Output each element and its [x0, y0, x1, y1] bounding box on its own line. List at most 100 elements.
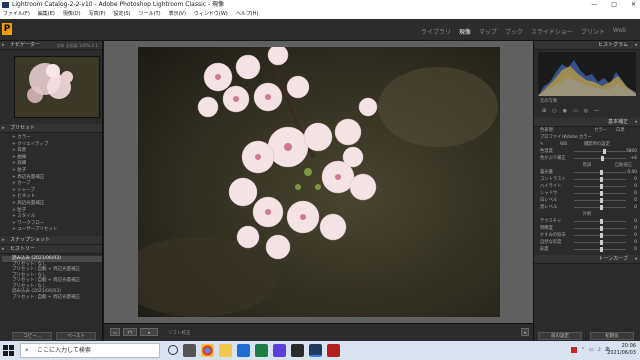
network-icon[interactable]: ▭ [589, 343, 594, 358]
toolbar-menu-icon[interactable]: ▾ [521, 328, 529, 336]
preset-group[interactable]: + 詳細 [12, 161, 102, 168]
treatment-color-button[interactable]: カラー [594, 127, 607, 134]
slider-row[interactable]: 彩度 0 [534, 246, 640, 253]
menu-view[interactable]: 表示(V) [169, 10, 186, 19]
slider-row[interactable]: 露光量 0.00 [534, 169, 640, 176]
soft-proof-checkbox[interactable]: ソフト校正 [168, 330, 191, 336]
crop-tool-icon[interactable]: ⊞ [542, 108, 546, 114]
preset-group[interactable]: + 粒子 [12, 168, 102, 175]
slider-row[interactable]: 黒レベル 0 [534, 204, 640, 211]
auto-tone-button[interactable]: 自動補正 [615, 162, 632, 169]
slider-value[interactable]: 0 [634, 190, 637, 197]
module-map[interactable]: マップ [479, 27, 497, 36]
slider-knob[interactable] [600, 226, 603, 231]
tray-chevron-icon[interactable]: ⌃ [581, 343, 585, 358]
slider-row[interactable]: コントラスト 0 [534, 176, 640, 183]
slider-knob[interactable] [600, 170, 603, 175]
radial-filter-icon[interactable]: ◎ [584, 108, 588, 114]
slider-knob[interactable] [600, 240, 603, 245]
slider-value[interactable]: 5800 [626, 148, 637, 155]
slider-knob[interactable] [600, 205, 603, 210]
before-after-button[interactable]: YY [123, 328, 137, 336]
slider-value[interactable]: 0 [634, 183, 637, 190]
module-web[interactable]: Web [613, 27, 626, 36]
red-eye-icon[interactable]: ◉ [563, 108, 567, 114]
wb-eyedropper-icon[interactable]: ✎ [540, 142, 544, 147]
slider-knob[interactable] [600, 233, 603, 238]
maximize-button[interactable]: □ [611, 0, 617, 10]
menu-settings[interactable]: 設定(S) [114, 10, 131, 19]
slider-row[interactable]: かすみの除去 0 [534, 232, 640, 239]
edge-icon[interactable] [237, 344, 250, 357]
slider-row[interactable]: ハイライト 0 [534, 183, 640, 190]
module-slideshow[interactable]: スライドショー [531, 27, 573, 36]
previous-settings-button[interactable]: 前の設定 [538, 332, 582, 340]
preset-group[interactable]: + 周辺光量補正 [12, 201, 102, 208]
slider-knob[interactable] [600, 184, 603, 189]
preset-group[interactable]: + 白黒 [12, 148, 102, 155]
file-explorer-icon[interactable] [219, 344, 232, 357]
module-book[interactable]: ブック [505, 27, 523, 36]
menu-edit[interactable]: 編集(E) [38, 10, 55, 19]
slider-row[interactable]: 自然な彩度 0 [534, 239, 640, 246]
navigator-header[interactable]: ナビゲーター 全体 全画面 100% 1:1 [0, 41, 102, 50]
close-button[interactable]: ✕ [631, 0, 636, 10]
slider-knob[interactable] [601, 156, 605, 161]
spot-removal-icon[interactable]: ○ [552, 108, 556, 114]
module-print[interactable]: プリント [581, 27, 605, 36]
slider-value[interactable]: 0 [634, 232, 637, 239]
slider-value[interactable]: 0 [634, 246, 637, 253]
navigator-thumbnail[interactable] [14, 56, 100, 118]
image-canvas[interactable] [104, 41, 533, 323]
graduated-filter-icon[interactable]: ▭ [573, 108, 578, 114]
slider-value[interactable]: 0 [634, 197, 637, 204]
slider-value[interactable]: 0 [634, 176, 637, 183]
slider-knob[interactable] [600, 219, 603, 224]
original-photo-checkbox[interactable]: 元の写真 [534, 98, 640, 104]
profile-select[interactable]: Adobe カラー [564, 134, 592, 141]
slider-knob[interactable] [600, 177, 603, 182]
task-view-icon[interactable] [183, 344, 196, 357]
slider-row[interactable]: 色温度 5800 [534, 148, 640, 155]
histogram-header[interactable]: ヒストグラム [534, 41, 640, 50]
slider-knob[interactable] [602, 149, 606, 154]
preset-group[interactable]: + ビネット [12, 194, 102, 201]
copy-settings-button[interactable]: コピー... [12, 332, 52, 340]
history-header[interactable]: ヒストリー [0, 244, 102, 254]
slider-value[interactable]: 0 [634, 218, 637, 225]
slider-value[interactable]: 0 [634, 225, 637, 232]
cortana-icon[interactable] [168, 345, 178, 355]
slider-row[interactable]: テクスチャ 0 [534, 218, 640, 225]
chrome-icon[interactable] [201, 344, 214, 357]
slider-track[interactable] [574, 158, 626, 159]
slider-value[interactable]: 0 [634, 239, 637, 246]
history-item[interactable]: プリセット: 自動 + 周辺光量補正 [12, 295, 102, 301]
navigator-zoom-options[interactable]: 全体 全画面 100% 1:1 [56, 41, 98, 50]
slider-row[interactable]: 白レベル 0 [534, 197, 640, 204]
excel-icon[interactable] [255, 344, 268, 357]
slider-track[interactable] [574, 151, 626, 152]
preset-group[interactable]: + スタイル [12, 214, 102, 221]
slider-value[interactable]: 0.00 [627, 169, 637, 176]
taskbar-search-box[interactable]: ⌕ ここに入力して検索 [20, 343, 160, 358]
brush-icon[interactable]: — [594, 108, 599, 114]
tray-app-icon[interactable] [570, 347, 577, 353]
preset-group[interactable]: + カラー [12, 135, 102, 142]
menu-window[interactable]: ウィンドウ(W) [194, 10, 228, 19]
presets-header[interactable]: プリセット [0, 124, 102, 133]
app-icon[interactable] [273, 344, 286, 357]
slider-value[interactable]: 0 [634, 204, 637, 211]
treatment-bw-button[interactable]: 白黒 [616, 127, 625, 134]
basic-panel-header[interactable]: 基本補正 [534, 118, 640, 127]
slider-row[interactable]: 色かぶり補正 +6 [534, 155, 640, 162]
cherry-blossom-photo[interactable] [138, 47, 500, 317]
volume-icon[interactable]: ♪ [598, 343, 601, 358]
loupe-view-button[interactable]: ▭ [110, 328, 120, 336]
camera-app-icon[interactable] [291, 344, 304, 357]
tone-curve-header[interactable]: トーンカーブ [534, 255, 640, 264]
red-app-icon[interactable] [327, 344, 340, 357]
slider-row[interactable]: シャドウ 0 [534, 190, 640, 197]
module-library[interactable]: ライブラリ [421, 27, 451, 36]
snapshots-header[interactable]: スナップショット [0, 235, 102, 245]
menu-develop[interactable]: 現像(D) [63, 10, 81, 19]
